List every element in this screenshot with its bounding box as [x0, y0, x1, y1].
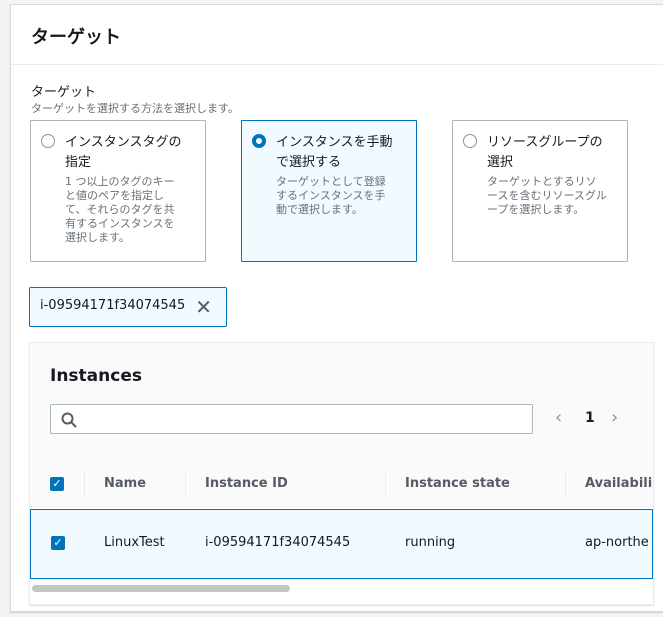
targets-panel: ターゲット ターゲット ターゲットを選択する方法を選択します。 インスタンスタグ… — [10, 4, 663, 612]
table-title: Instances — [50, 366, 142, 386]
tile-title: インスタンスタグの 指定 — [65, 135, 182, 170]
panel-title: ターゲット — [11, 5, 663, 65]
selected-instance-token: i-09594171f34074545 ✕ — [29, 287, 227, 327]
cell-availability-zone: ap-northe — [585, 535, 649, 550]
search-icon — [61, 412, 77, 428]
radio-manual-instances[interactable] — [252, 134, 266, 148]
target-field-label: ターゲット — [31, 85, 97, 100]
table-row[interactable]: ✓ LinuxTest i-09594171f34074545 running … — [30, 509, 653, 579]
close-icon[interactable]: ✕ — [195, 296, 212, 318]
horizontal-scrollbar[interactable] — [32, 585, 290, 592]
tile-title: リソースグループの 選択 — [487, 135, 603, 170]
tile-resource-group[interactable]: リソースグループの 選択 ターゲットとするリソ ースを含むリソースグル ープを選… — [452, 120, 628, 262]
column-header-instance-state[interactable]: Instance state — [405, 476, 510, 491]
column-header-instance-id[interactable]: Instance ID — [205, 476, 288, 491]
cell-instance-id: i-09594171f34074545 — [205, 535, 351, 550]
table-header-row: ✓ Name Instance ID Instance state Availa… — [30, 463, 653, 507]
search-box[interactable] — [50, 404, 533, 434]
row-checkbox[interactable]: ✓ — [51, 536, 65, 550]
select-all-checkbox[interactable]: ✓ — [50, 477, 64, 491]
token-label: i-09594171f34074545 — [40, 298, 186, 313]
radio-resource-group[interactable] — [463, 134, 477, 148]
current-page[interactable]: 1 — [585, 410, 595, 426]
target-field-description: ターゲットを選択する方法を選択します。 — [31, 102, 239, 115]
column-header-name[interactable]: Name — [104, 476, 146, 491]
search-input[interactable] — [85, 408, 525, 430]
cell-instance-state: running — [405, 535, 456, 550]
tile-manual-instances[interactable]: インスタンスを手動 で選択する ターゲットとして登録 するインスタンスを手 動で… — [241, 120, 417, 262]
radio-instance-tags[interactable] — [41, 134, 55, 148]
instances-table: Instances ‹ 1 › ✓ Name Instance ID Insta… — [29, 342, 654, 605]
cell-name: LinuxTest — [104, 535, 165, 550]
chevron-left-icon[interactable]: ‹ — [555, 407, 562, 428]
tile-description: 1 つ以上のタグのキー と値のペアを指定し て、それらのタグを共 有するインスタ… — [65, 175, 175, 244]
tile-title: インスタンスを手動 で選択する — [276, 135, 393, 170]
column-header-availability-zone[interactable]: Availabili — [585, 476, 652, 491]
chevron-right-icon[interactable]: › — [611, 407, 618, 428]
tile-instance-tags[interactable]: インスタンスタグの 指定 1 つ以上のタグのキー と値のペアを指定し て、それら… — [30, 120, 206, 262]
tile-description: ターゲットとして登録 するインスタンスを手 動で選択します。 — [276, 175, 386, 216]
tile-description: ターゲットとするリソ ースを含むリソースグル ープを選択します。 — [487, 175, 607, 216]
